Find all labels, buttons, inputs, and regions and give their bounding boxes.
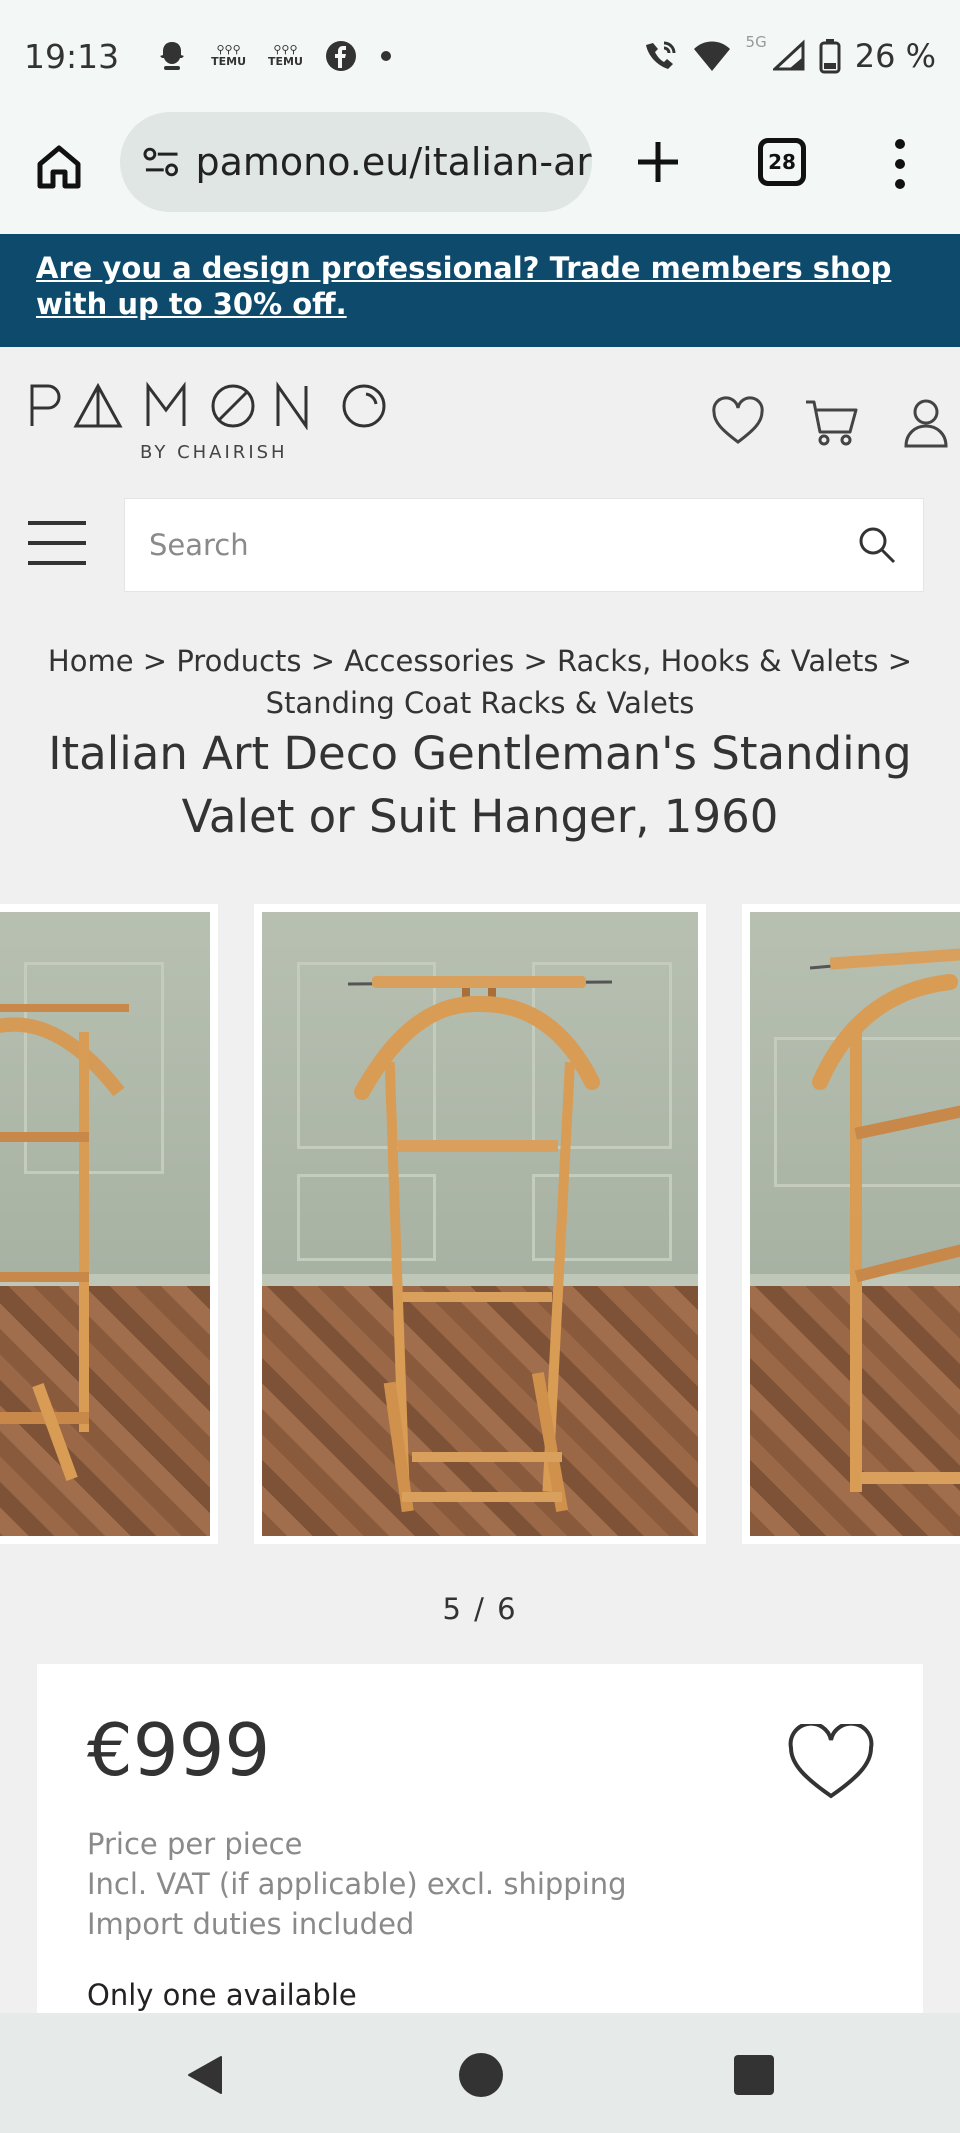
dot-icon	[380, 51, 391, 61]
price-card: €999 Price per piece Incl. VAT (if appli…	[37, 1664, 923, 2014]
account-icon[interactable]	[898, 396, 954, 448]
price-note-duties: Import duties included	[87, 1907, 415, 1941]
menu-hamburger-icon[interactable]	[28, 518, 86, 568]
notification-icons: ⚲⚲⚲ TEMU ⚲⚲⚲ TEMU	[155, 39, 393, 73]
status-time: 19:13	[24, 36, 120, 76]
valet-stand-illustration	[809, 945, 960, 1492]
logo-wordmark	[30, 381, 386, 431]
tab-switcher-button[interactable]: 28	[758, 138, 806, 186]
product-price: €999	[87, 1708, 271, 1792]
product-photo	[750, 912, 960, 1536]
wishlist-heart-icon[interactable]	[710, 396, 766, 448]
breadcrumb-separator: >	[887, 644, 913, 678]
new-tab-icon[interactable]	[630, 134, 686, 190]
carousel-pager: 5 / 6	[442, 1592, 518, 1626]
favorite-heart-icon[interactable]	[787, 1724, 875, 1804]
system-navigation-bar	[0, 2013, 960, 2133]
recent-apps-icon[interactable]	[734, 2055, 774, 2095]
breadcrumb-standing-coat-racks[interactable]: Standing Coat Racks & Valets	[266, 686, 695, 720]
facebook-icon	[325, 41, 356, 71]
browser-toolbar: pamono.eu/italian-ar 28	[0, 112, 960, 234]
breadcrumb-racks-hooks-valets[interactable]: Racks, Hooks & Valets	[557, 644, 879, 678]
tab-count: 28	[768, 150, 796, 174]
carousel-image-current[interactable]	[254, 904, 706, 1544]
breadcrumb-accessories[interactable]: Accessories	[344, 644, 514, 678]
back-icon[interactable]	[183, 2053, 227, 2097]
breadcrumb: Home > Products > Accessories > Racks, H…	[20, 640, 940, 724]
battery-icon	[819, 39, 841, 74]
product-photo	[0, 912, 210, 1536]
url-text: pamono.eu/italian-ar	[195, 140, 592, 184]
price-note-per-piece: Price per piece	[87, 1827, 303, 1861]
home-nav-icon[interactable]	[459, 2053, 503, 2097]
status-bar: 19:13 ⚲⚲⚲ TEMU ⚲⚲⚲ TEMU 5G 26 %	[0, 0, 960, 112]
temu-icon: ⚲⚲⚲ TEMU	[268, 43, 303, 68]
breadcrumb-separator: >	[142, 644, 168, 678]
trade-banner-link[interactable]: Are you a design professional? Trade mem…	[36, 251, 891, 321]
valet-stand-illustration	[0, 1004, 129, 1482]
price-notes: Price per piece Incl. VAT (if applicable…	[87, 1824, 627, 1944]
header-actions	[710, 396, 954, 448]
home-icon[interactable]	[34, 142, 84, 192]
snapchat-icon	[160, 42, 185, 70]
breadcrumb-separator: >	[310, 644, 336, 678]
temu-icon: ⚲⚲⚲ TEMU	[211, 43, 247, 68]
wifi-call-icon	[645, 41, 676, 69]
logo-subtitle: BY CHAIRISH	[140, 442, 288, 463]
search-placeholder: Search	[149, 528, 249, 562]
breadcrumb-separator: >	[523, 644, 548, 678]
battery-percent: 26 %	[854, 37, 936, 75]
carousel-image-next[interactable]	[742, 904, 960, 1544]
product-title: Italian Art Deco Gentleman's Standing Va…	[48, 727, 912, 843]
availability-text: Only one available	[87, 1978, 357, 2012]
cart-icon[interactable]	[804, 396, 860, 448]
site-settings-icon[interactable]	[142, 145, 181, 179]
signal-icon	[772, 39, 805, 71]
breadcrumb-home[interactable]: Home	[48, 644, 134, 678]
breadcrumb-products[interactable]: Products	[176, 644, 301, 678]
trade-banner: Are you a design professional? Trade mem…	[0, 234, 960, 347]
search-icon[interactable]	[857, 525, 897, 565]
wifi-icon	[693, 41, 730, 71]
product-photo	[262, 912, 698, 1536]
price-note-vat: Incl. VAT (if applicable) excl. shipping	[87, 1867, 627, 1901]
more-options-icon[interactable]	[880, 134, 920, 194]
url-bar[interactable]: pamono.eu/italian-ar	[120, 112, 592, 212]
system-icons: 5G 26 %	[642, 33, 936, 75]
network-type-label: 5G	[745, 33, 767, 51]
carousel-image-previous[interactable]	[0, 904, 218, 1544]
valet-stand-illustration	[347, 976, 613, 1513]
search-input[interactable]: Search	[124, 498, 924, 592]
product-image-carousel[interactable]	[0, 904, 960, 1548]
pamono-logo[interactable]: BY CHAIRISH	[28, 380, 390, 463]
